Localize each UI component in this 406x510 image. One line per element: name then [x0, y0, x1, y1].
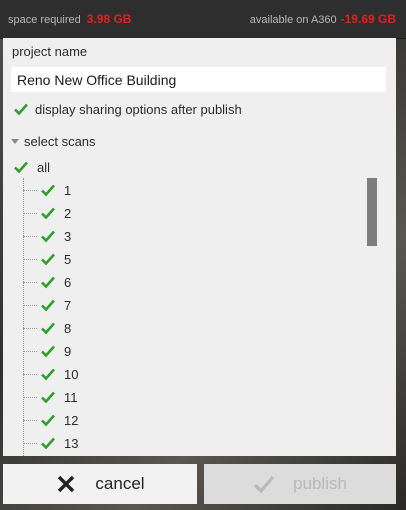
scan-item[interactable]: 5	[23, 248, 71, 270]
close-icon	[58, 475, 75, 493]
scan-item-label: 10	[64, 366, 79, 382]
available-value: -19.69 GB	[340, 12, 396, 26]
check-icon[interactable]	[13, 159, 29, 175]
select-scans-toggle[interactable]: select scans	[11, 134, 96, 149]
check-icon[interactable]	[40, 412, 56, 428]
scan-item-label: 9	[64, 343, 72, 359]
publish-button-label: publish	[293, 474, 347, 493]
check-icon[interactable]	[40, 343, 56, 359]
cancel-button-label: cancel	[95, 474, 145, 493]
scan-item[interactable]: 2	[23, 202, 71, 224]
scan-item-label: 12	[64, 412, 79, 428]
check-icon[interactable]	[40, 297, 56, 313]
caret-down-icon[interactable]	[11, 139, 19, 144]
sharing-option-label: display sharing options after publish	[35, 101, 242, 117]
scan-item-label: 7	[64, 297, 72, 313]
check-icon[interactable]	[40, 205, 56, 221]
available-label: available on A360	[249, 14, 337, 26]
scan-item-label: 5	[64, 251, 72, 267]
scan-item[interactable]: 7	[23, 294, 71, 316]
check-icon[interactable]	[40, 389, 56, 405]
scan-item[interactable]: 9	[23, 340, 71, 362]
project-name-label: project name	[12, 44, 88, 59]
space-required-label: space required	[8, 14, 81, 26]
scan-item-label: 1	[64, 182, 72, 198]
scan-item-label: 3	[64, 228, 72, 244]
cancel-button[interactable]: cancel	[3, 464, 197, 504]
scan-item[interactable]: 12	[23, 409, 78, 431]
check-icon[interactable]	[40, 320, 56, 336]
project-name-input[interactable]	[11, 67, 386, 92]
scan-item-label: 13	[64, 435, 79, 451]
scan-item[interactable]: 10	[23, 363, 78, 385]
check-icon[interactable]	[40, 228, 56, 244]
scan-item[interactable]: 1	[23, 179, 71, 201]
select-scans-label: select scans	[24, 134, 96, 149]
scan-item[interactable]: 13	[23, 432, 78, 454]
sharing-option[interactable]: display sharing options after publish	[13, 100, 242, 118]
check-icon[interactable]	[40, 274, 56, 290]
check-icon[interactable]	[13, 101, 29, 117]
scan-item-label: 11	[64, 389, 78, 405]
check-icon[interactable]	[40, 182, 56, 198]
check-icon	[253, 475, 275, 494]
scan-item-label: 2	[64, 205, 72, 221]
publish-button[interactable]: publish	[204, 464, 396, 504]
space-required-value: 3.98 GB	[86, 12, 132, 26]
select-all-label: all	[37, 159, 51, 175]
scan-item-label: 8	[64, 320, 72, 336]
check-icon[interactable]	[40, 435, 56, 451]
space-required: space required 3.98 GB	[8, 12, 131, 26]
select-all-scans[interactable]: all	[13, 159, 50, 175]
scan-item[interactable]: 8	[23, 317, 71, 339]
storage-bar: space required 3.98 GB available on A360-…	[0, 0, 406, 39]
available-space: available on A360 -19.69 GB	[250, 12, 396, 26]
publish-panel: project name display sharing options aft…	[3, 38, 396, 456]
scan-item[interactable]: 11	[23, 386, 78, 408]
check-icon[interactable]	[40, 251, 56, 267]
check-icon[interactable]	[40, 366, 56, 382]
scan-item[interactable]: 6	[23, 271, 71, 293]
scan-item-label: 6	[64, 274, 72, 290]
scan-item[interactable]: 3	[23, 225, 71, 247]
scrollbar-thumb[interactable]	[367, 178, 377, 246]
scan-list: 1 2 3 5 6 7 8 9 10 11 12 13	[19, 178, 359, 456]
